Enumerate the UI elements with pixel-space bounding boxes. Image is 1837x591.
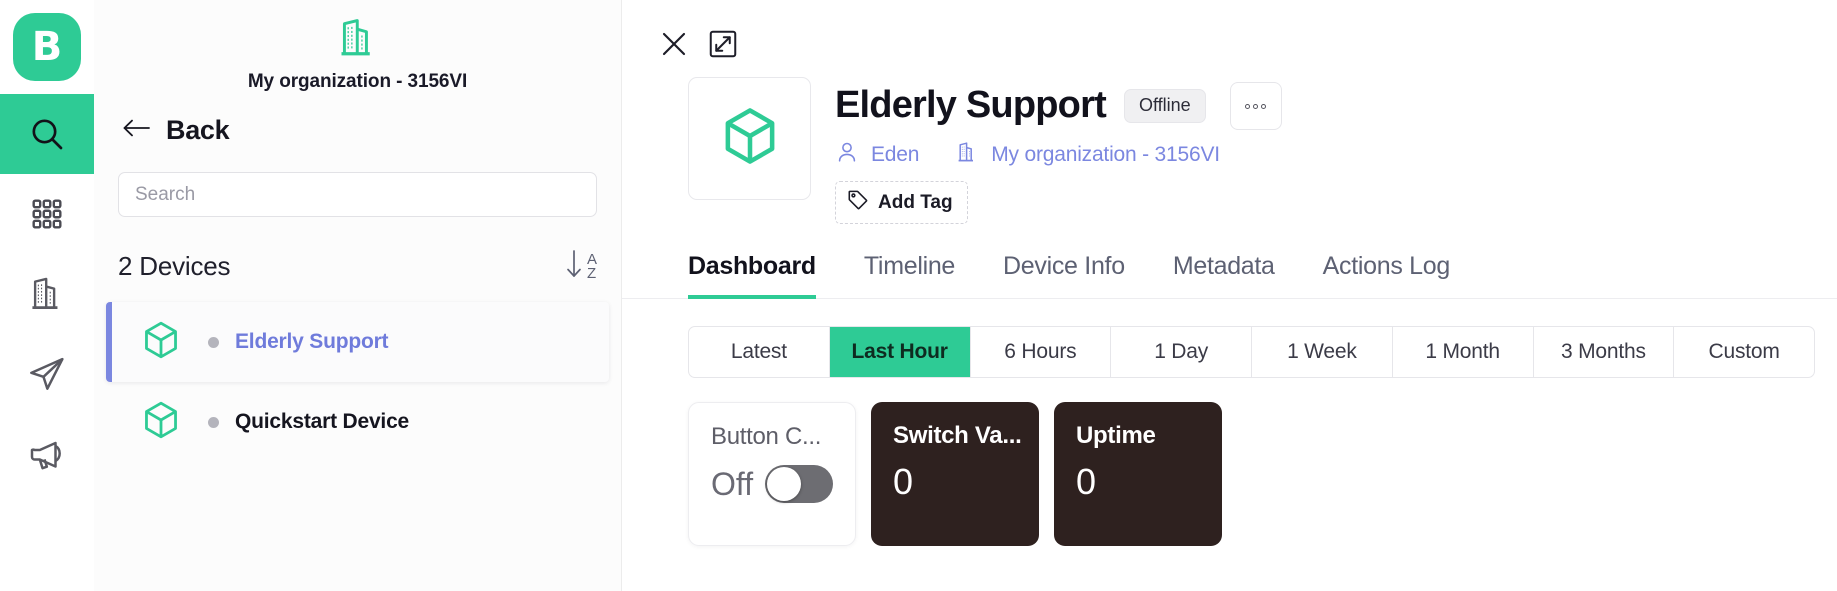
widget-title: Switch Va...	[893, 422, 1019, 450]
paper-plane-icon	[27, 354, 67, 394]
range-6-hours[interactable]: 6 Hours	[971, 327, 1112, 377]
toggle-switch[interactable]	[765, 465, 833, 503]
list-item[interactable]: Quickstart Device	[106, 382, 609, 462]
list-item-label: Elderly Support	[235, 330, 388, 354]
device-name-wrap: Elderly Support	[208, 330, 388, 354]
toggle-state-label: Off	[711, 468, 753, 500]
device-detail-panel: Elderly Support Offline	[622, 0, 1837, 591]
range-1-month[interactable]: 1 Month	[1393, 327, 1534, 377]
tab-dashboard[interactable]: Dashboard	[688, 252, 816, 299]
page-title: Elderly Support	[835, 86, 1106, 126]
widget-title: Uptime	[1076, 422, 1202, 450]
close-button[interactable]	[658, 28, 690, 63]
toggle-knob	[767, 467, 801, 501]
tag-icon	[847, 189, 869, 216]
widget-value: 0	[1076, 464, 1202, 500]
rail-item-announcements[interactable]	[0, 414, 94, 494]
organization-name: My organization - 3156VI	[248, 71, 467, 93]
range-last-hour[interactable]: Last Hour	[830, 327, 971, 377]
rail-item-organizations[interactable]	[0, 254, 94, 334]
nav-rail: B	[0, 0, 94, 591]
dot-icon	[1261, 104, 1266, 109]
tab-bar: Dashboard Timeline Device Info Metadata …	[622, 224, 1837, 299]
widget-switch-value[interactable]: Switch Va... 0	[871, 402, 1039, 546]
list-item[interactable]: Elderly Support	[106, 302, 609, 382]
app-root: B	[0, 0, 1837, 591]
building-icon	[28, 275, 66, 313]
list-item-label: Quickstart Device	[235, 410, 409, 434]
add-tag-button[interactable]: Add Tag	[835, 181, 968, 224]
megaphone-icon	[27, 434, 67, 474]
device-list: Elderly Support Quickstart Device	[94, 286, 621, 462]
device-meta-row: Eden	[835, 140, 1282, 169]
device-header: Elderly Support Offline	[622, 63, 1837, 224]
search-icon	[27, 114, 67, 154]
widget-grid: Button C... Off Switch Va... 0 Uptime 0	[622, 378, 1837, 546]
rail-item-apps[interactable]	[0, 174, 94, 254]
device-name-wrap: Quickstart Device	[208, 410, 409, 434]
range-custom[interactable]: Custom	[1674, 327, 1814, 377]
building-icon	[336, 16, 380, 65]
status-badge: Offline	[1124, 89, 1206, 123]
devices-count: 2 Devices	[118, 251, 230, 282]
user-icon	[835, 140, 859, 169]
building-icon	[955, 140, 979, 169]
tab-metadata[interactable]: Metadata	[1173, 252, 1275, 299]
range-1-week[interactable]: 1 Week	[1252, 327, 1393, 377]
dot-icon	[1245, 104, 1250, 109]
time-range-selector: Latest Last Hour 6 Hours 1 Day 1 Week 1 …	[688, 326, 1815, 378]
arrow-left-icon	[122, 116, 152, 145]
more-options-button[interactable]	[1230, 82, 1282, 130]
tab-timeline[interactable]: Timeline	[864, 252, 955, 299]
widget-uptime[interactable]: Uptime 0	[1054, 402, 1222, 546]
rail-item-messages[interactable]	[0, 334, 94, 414]
cube-icon	[140, 319, 182, 366]
device-list-panel: My organization - 3156VI Back 2 Devices	[94, 0, 622, 591]
device-owner-link[interactable]: Eden	[871, 143, 919, 167]
close-icon	[658, 28, 690, 63]
cube-icon	[140, 399, 182, 446]
arrow-down-icon	[563, 247, 585, 286]
search-field-wrap	[94, 146, 621, 217]
widget-toggle-row: Off	[711, 465, 835, 503]
brand-logo-letter: B	[13, 13, 81, 81]
widget-button-control[interactable]: Button C... Off	[688, 402, 856, 546]
device-organization-link[interactable]: My organization - 3156VI	[991, 143, 1220, 167]
cube-icon	[718, 104, 782, 173]
expand-button[interactable]	[708, 29, 738, 62]
back-label: Back	[166, 115, 229, 146]
search-input[interactable]	[118, 172, 597, 217]
dot-icon	[1253, 104, 1258, 109]
brand-logo[interactable]: B	[0, 0, 94, 94]
range-3-months[interactable]: 3 Months	[1534, 327, 1675, 377]
organization-header: My organization - 3156VI	[94, 0, 621, 93]
range-1-day[interactable]: 1 Day	[1111, 327, 1252, 377]
device-avatar	[688, 77, 811, 200]
device-title-row: Elderly Support Offline	[835, 82, 1282, 130]
sort-az-labels: A Z	[587, 253, 597, 281]
device-list-header: 2 Devices A Z	[94, 217, 621, 286]
expand-icon	[708, 29, 738, 62]
tab-device-info[interactable]: Device Info	[1003, 252, 1125, 299]
rail-item-search[interactable]	[0, 94, 94, 174]
device-header-text: Elderly Support Offline	[835, 77, 1282, 224]
back-button[interactable]: Back	[94, 93, 621, 146]
add-tag-label: Add Tag	[878, 192, 953, 214]
tab-actions-log[interactable]: Actions Log	[1323, 252, 1450, 299]
apps-grid-icon	[30, 197, 64, 231]
sort-button[interactable]: A Z	[563, 247, 597, 286]
range-latest[interactable]: Latest	[689, 327, 830, 377]
detail-toolbar	[622, 0, 1837, 63]
sort-letter-bottom: Z	[587, 267, 597, 281]
widget-value: 0	[893, 464, 1019, 500]
widget-title: Button C...	[711, 423, 835, 451]
status-dot	[208, 337, 219, 348]
status-dot	[208, 417, 219, 428]
